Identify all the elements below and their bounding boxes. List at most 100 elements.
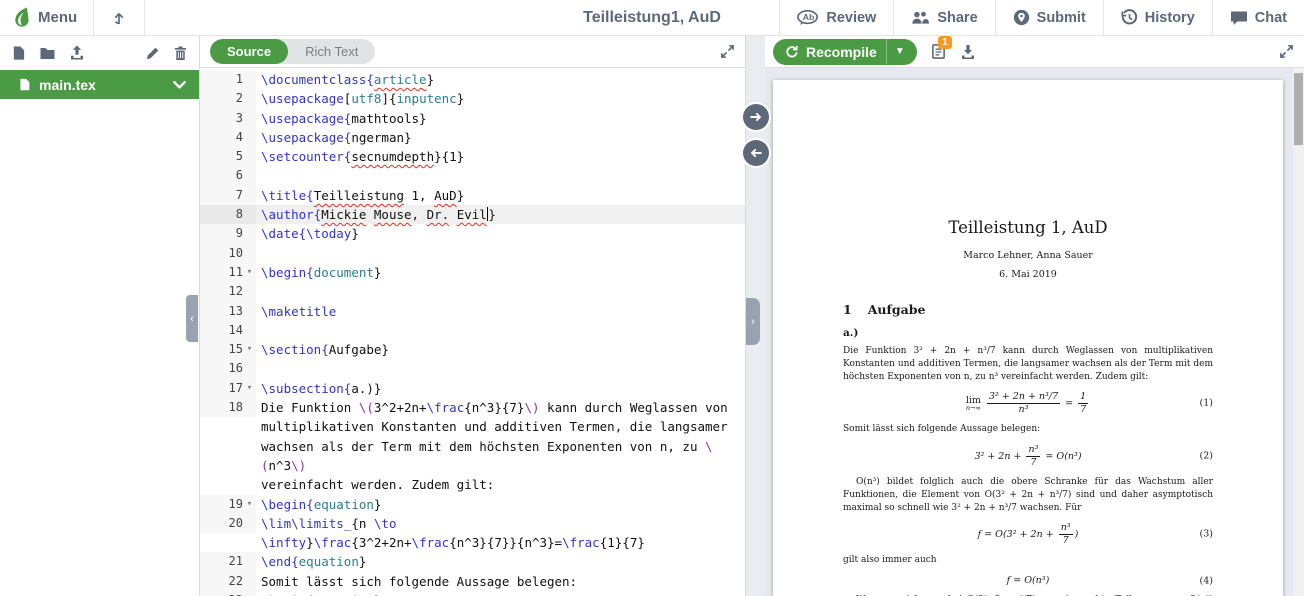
pdf-equation: limn→∞3² + 2n + n³/7n³ = 17(1) xyxy=(843,391,1213,415)
log-count-badge: 1 xyxy=(938,36,952,49)
fold-caret-icon[interactable]: ▾ xyxy=(243,263,256,282)
line-number: 8▾ xyxy=(200,205,256,224)
line-number: 17▾ xyxy=(200,379,256,398)
line-number: 20▾ xyxy=(200,514,256,533)
mode-toggle: Source Rich Text xyxy=(210,39,375,64)
fold-caret-icon[interactable]: ▾ xyxy=(243,591,256,596)
code-line-6: 6▾ xyxy=(200,166,745,185)
editor-pdf-divider[interactable]: › xyxy=(745,36,765,596)
code-line-content: Die Funktion \(3^2+2n+\frac{n^3}{7}\) ka… xyxy=(256,398,745,494)
overleaf-logo-icon xyxy=(12,7,31,28)
code-editor[interactable]: 1▾\documentclass{article}2▾\usepackage[u… xyxy=(200,68,745,596)
pdf-subsection-heading: a.) xyxy=(843,327,1213,339)
fold-caret-icon[interactable]: ▾ xyxy=(243,495,256,514)
code-line-content: \documentclass{article} xyxy=(256,70,745,89)
line-number: 3▾ xyxy=(200,109,256,128)
code-line-18: 18▾Die Funktion \(3^2+2n+\frac{n^3}{7}\)… xyxy=(200,398,745,494)
review-icon: Ab xyxy=(797,10,819,25)
code-line-15: 15▾\section{Aufgabe} xyxy=(200,340,745,359)
code-line-content: \begin{document} xyxy=(256,263,745,282)
refresh-icon xyxy=(785,45,799,59)
fold-caret-icon[interactable]: ▾ xyxy=(243,379,256,398)
sync-to-pdf-button[interactable] xyxy=(743,104,769,130)
editor-pane: Source Rich Text 1▾\documentclass{articl… xyxy=(200,36,745,596)
line-number: 6▾ xyxy=(200,166,256,185)
code-line-content xyxy=(256,166,745,185)
topbar-button-review[interactable]: AbReview xyxy=(779,0,893,35)
recompile-button[interactable]: Recompile ▼ xyxy=(773,39,917,65)
code-line-content xyxy=(256,321,745,340)
line-number: 22▾ xyxy=(200,572,256,591)
topbar-actions: AbReview Share Submit History Chat xyxy=(779,0,1304,35)
tab-rich-text[interactable]: Rich Text xyxy=(288,39,375,64)
topbar-button-label: Submit xyxy=(1037,10,1086,26)
code-line-content: \setcounter{secnumdepth}{1} xyxy=(256,147,745,166)
line-number: 18▾ xyxy=(200,398,256,417)
editor-fullscreen-icon[interactable] xyxy=(720,44,735,59)
file-item-main-tex[interactable]: main.tex xyxy=(0,70,199,99)
pdf-section-heading: 1Aufgabe xyxy=(843,302,1213,317)
code-line-8: 8▾\author{Mickie Mouse, Dr. Evil} xyxy=(200,205,745,224)
main-area: main.tex ‹ Source Rich Text 1▾\documentc… xyxy=(0,36,1304,596)
line-number: 23▾ xyxy=(200,591,256,596)
pdf-viewer[interactable]: Teilleistung 1, AuD Marco Lehner, Anna S… xyxy=(765,68,1304,596)
tab-source[interactable]: Source xyxy=(210,39,288,64)
line-number: 21▾ xyxy=(200,552,256,571)
rename-file-icon[interactable] xyxy=(145,46,160,61)
pdf-fullscreen-icon[interactable] xyxy=(1279,44,1294,59)
upload-file-icon[interactable] xyxy=(69,45,85,61)
menu-label: Menu xyxy=(38,9,77,26)
chevron-down-icon[interactable] xyxy=(172,80,187,90)
equation-number: (2) xyxy=(1200,451,1213,462)
topbar-button-chat[interactable]: Chat xyxy=(1212,0,1304,35)
logs-button[interactable]: 1 xyxy=(931,43,946,60)
line-number: 1▾ xyxy=(200,70,256,89)
recompile-caret-icon[interactable]: ▼ xyxy=(887,46,913,57)
equation-number: (3) xyxy=(1200,529,1213,540)
new-file-icon[interactable] xyxy=(11,45,26,61)
up-arrow-icon xyxy=(112,10,126,26)
code-line-content: \date{\today} xyxy=(256,224,745,243)
code-line-5: 5▾\setcounter{secnumdepth}{1} xyxy=(200,147,745,166)
pdf-paragraph: Somit lässt sich folgende Aussage belege… xyxy=(843,423,1213,436)
collapse-filetree-handle[interactable]: ‹ xyxy=(186,295,198,342)
new-folder-icon[interactable] xyxy=(39,46,56,61)
code-line-16: 16▾ xyxy=(200,359,745,378)
code-line-19: 19▾\begin{equation} xyxy=(200,495,745,514)
topbar-button-label: Share xyxy=(937,10,977,26)
topbar-button-share[interactable]: Share xyxy=(893,0,994,35)
download-pdf-icon[interactable] xyxy=(960,44,976,60)
code-line-11: 11▾\begin{document} xyxy=(200,263,745,282)
code-line-content: \section{Aufgabe} xyxy=(256,340,745,359)
editor-toolbar: Source Rich Text xyxy=(200,36,745,68)
code-line-content: \author{Mickie Mouse, Dr. Evil} xyxy=(256,205,745,224)
code-line-content: \end{equation} xyxy=(256,552,745,571)
topbar-button-label: Chat xyxy=(1255,10,1287,26)
back-to-projects-button[interactable] xyxy=(94,0,145,35)
line-number: 7▾ xyxy=(200,186,256,205)
code-line-3: 3▾\usepackage{mathtools} xyxy=(200,109,745,128)
code-line-9: 9▾\date{\today} xyxy=(200,224,745,243)
code-line-content: \usepackage[utf8]{inputenc} xyxy=(256,89,745,108)
chat-icon xyxy=(1230,10,1248,26)
pdf-pane: Recompile ▼ 1 Teilleistung 1, AuD Marco … xyxy=(765,36,1304,596)
topbar-button-submit[interactable]: Submit xyxy=(995,0,1103,35)
code-line-10: 10▾ xyxy=(200,244,745,263)
code-line-4: 4▾\usepackage{ngerman} xyxy=(200,128,745,147)
line-number: 10▾ xyxy=(200,244,256,263)
pdf-content: 1Aufgabe a.) Die Funktion 3² + 2n + n³/7 k… xyxy=(843,302,1213,596)
file-icon xyxy=(18,77,31,92)
pdf-paragraph: gilt also immer auch xyxy=(843,554,1213,567)
collapse-editor-handle[interactable]: › xyxy=(746,298,760,345)
pdf-scrollbar-thumb[interactable] xyxy=(1294,73,1303,145)
code-line-17: 17▾\subsection{a.)} xyxy=(200,379,745,398)
delete-file-icon[interactable] xyxy=(173,45,188,61)
menu-button[interactable]: Menu xyxy=(0,0,94,35)
topbar-button-history[interactable]: History xyxy=(1103,0,1212,35)
pdf-paragraph: Die Funktion 3² + 2n + n³/7 kann durch W… xyxy=(843,345,1213,383)
equation-number: (1) xyxy=(1200,398,1213,409)
fold-caret-icon[interactable]: ▾ xyxy=(243,340,256,359)
project-title: Teilleistung1, AuD xyxy=(583,0,721,36)
code-line-7: 7▾\title{Teilleistung 1, AuD} xyxy=(200,186,745,205)
sync-to-code-button[interactable] xyxy=(743,140,769,166)
